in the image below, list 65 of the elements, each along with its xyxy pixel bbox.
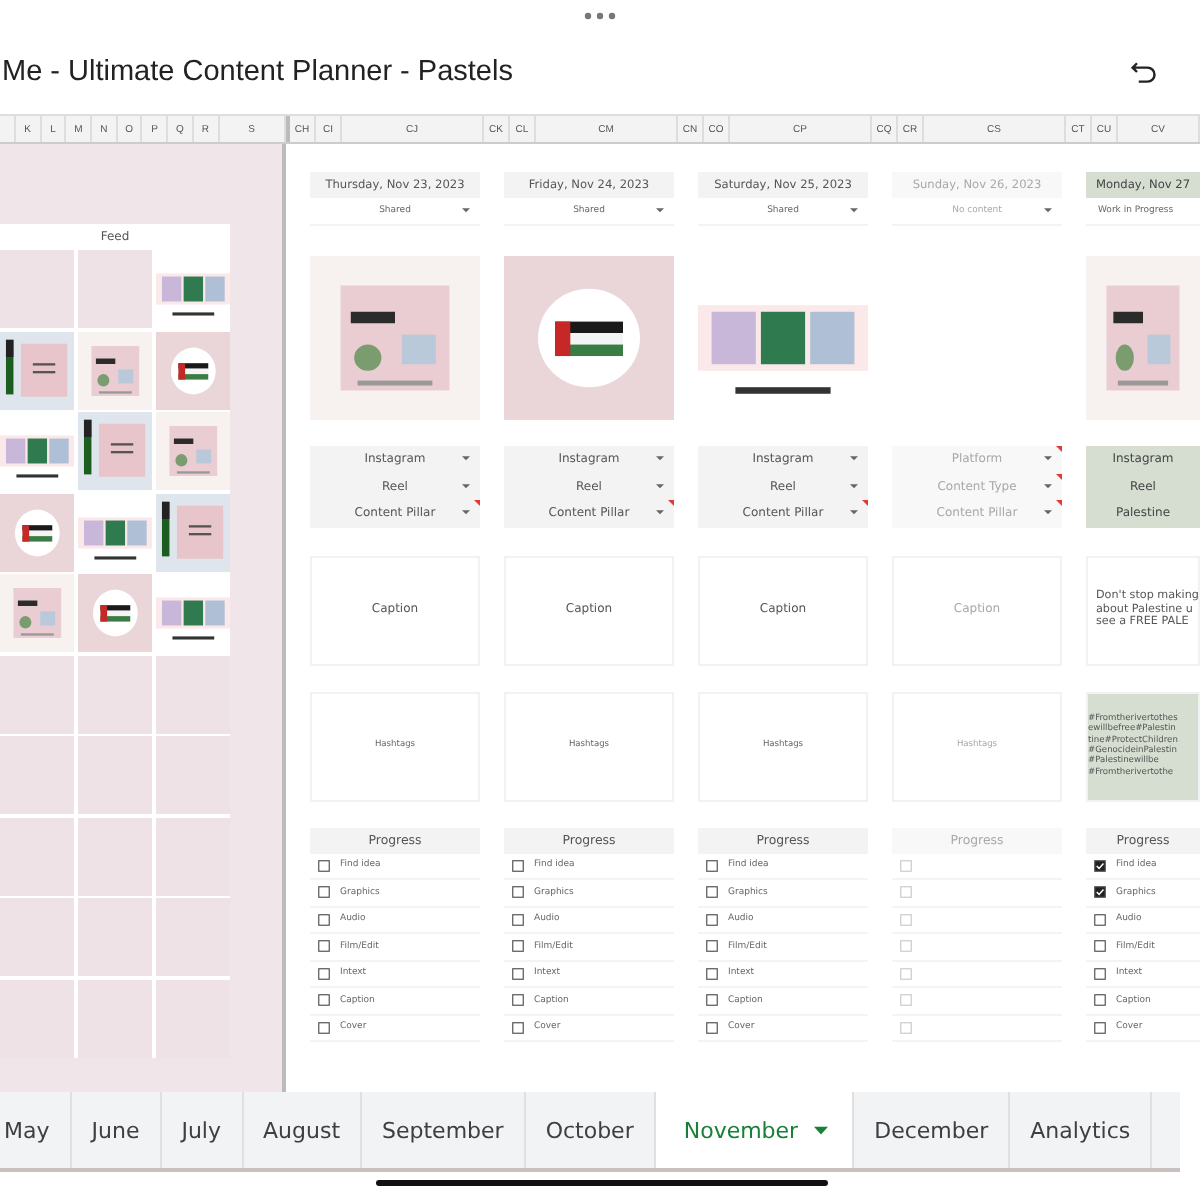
sheet-tab[interactable]: November [655, 1092, 855, 1168]
sheet-cell [77, 655, 153, 733]
caret-icon [1044, 483, 1052, 489]
checkbox[interactable] [706, 940, 718, 953]
document-title: Me - Ultimate Content Planner - Pastels [2, 56, 513, 88]
sheet-cell [155, 898, 230, 976]
checkbox[interactable] [706, 859, 718, 872]
checkbox[interactable] [706, 994, 718, 1007]
checkbox[interactable] [318, 859, 330, 872]
caret-icon [462, 208, 470, 214]
checkbox[interactable] [1094, 994, 1106, 1007]
checkbox[interactable] [1094, 940, 1106, 953]
sheet-cell [155, 817, 230, 895]
sheet-cell [0, 655, 75, 733]
sheet-tab[interactable]: May [0, 1092, 72, 1168]
feed-cell [77, 250, 153, 328]
caret-icon [850, 483, 858, 489]
feed-cell [0, 250, 75, 328]
caret-icon [850, 456, 858, 462]
checkbox[interactable] [318, 940, 330, 953]
checkbox[interactable] [1094, 886, 1106, 899]
checkbox[interactable] [1094, 967, 1106, 980]
caret-icon [850, 510, 858, 516]
caret-icon [462, 456, 470, 462]
checkbox[interactable] [706, 886, 718, 899]
checkbox[interactable] [318, 967, 330, 980]
checkbox[interactable] [512, 859, 524, 872]
sheet-cell [0, 736, 75, 814]
sheet-cell [155, 736, 230, 814]
undo-icon[interactable] [1130, 58, 1158, 86]
checkbox[interactable] [706, 913, 718, 926]
checkbox[interactable] [318, 913, 330, 926]
caret-icon [814, 1125, 829, 1135]
caret-icon [656, 456, 664, 462]
checkbox[interactable] [706, 1021, 718, 1034]
sheet-cell [0, 817, 75, 895]
checkbox[interactable] [1094, 913, 1106, 926]
caret-icon [1044, 208, 1052, 214]
checkbox[interactable] [1094, 859, 1106, 872]
sheet-cell [77, 736, 153, 814]
checkbox[interactable] [512, 1021, 524, 1034]
checkbox[interactable] [1094, 1021, 1106, 1034]
caret-icon [656, 483, 664, 489]
sheet-cell [155, 655, 230, 733]
caret-icon [1044, 510, 1052, 516]
checkbox[interactable] [512, 886, 524, 899]
caret-icon [462, 510, 470, 516]
checkbox[interactable] [512, 967, 524, 980]
checkbox[interactable] [318, 886, 330, 899]
sheet-cell [77, 817, 153, 895]
checkbox[interactable] [318, 994, 330, 1007]
caret-icon [462, 483, 470, 489]
checkbox[interactable] [512, 940, 524, 953]
caret-icon [850, 208, 858, 214]
checkbox[interactable] [706, 967, 718, 980]
checkbox[interactable] [318, 1021, 330, 1034]
sheet-cell [77, 979, 153, 1057]
caret-icon [656, 208, 664, 214]
caret-icon [656, 510, 664, 516]
checkbox[interactable] [512, 913, 524, 926]
sheet-cell [0, 898, 75, 976]
sheet-cell [77, 898, 153, 976]
caret-icon [1044, 456, 1052, 462]
checkbox[interactable] [512, 994, 524, 1007]
more-icon[interactable] [584, 12, 616, 20]
